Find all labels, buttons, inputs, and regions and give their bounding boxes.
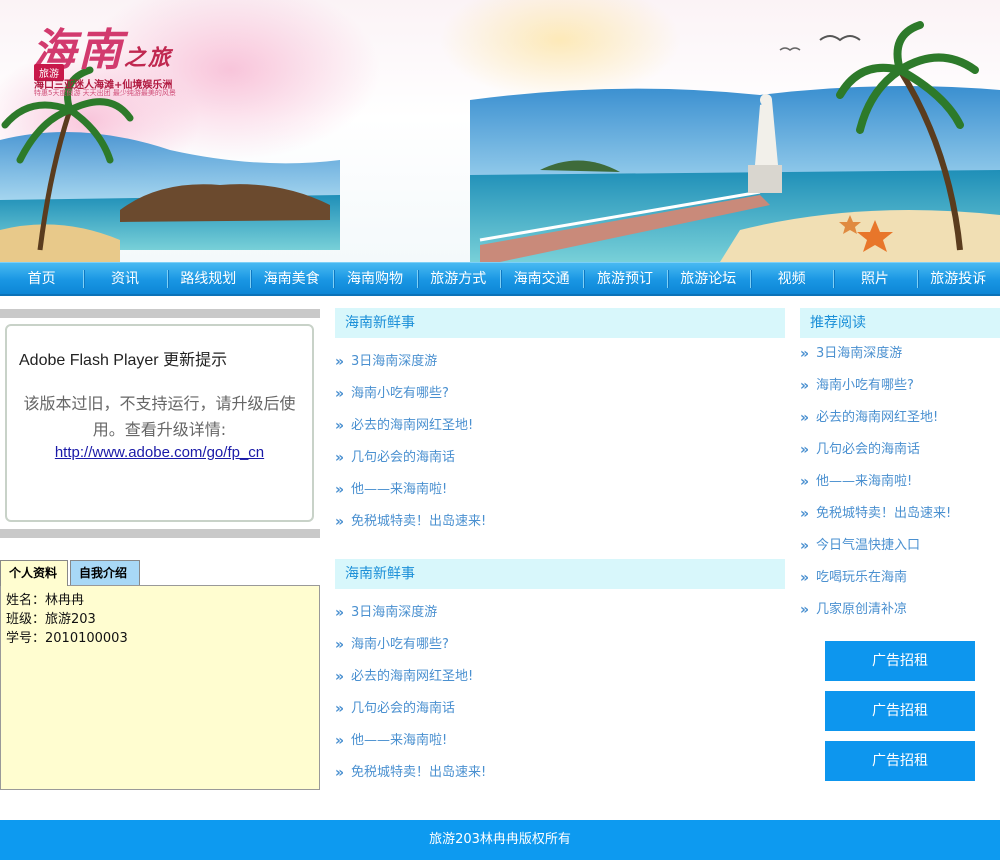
list-item[interactable]: 几句必会的海南话 [335,442,785,474]
profile-panel: 姓名：林冉冉 班级：旅游203 学号：2010100003 [0,585,320,790]
flash-update-notice: Adobe Flash Player 更新提示 该版本过旧，不支持运行，请升级后… [5,324,314,522]
profile-tabs: 个人资料 自我介绍 [0,560,142,586]
ad-button-3[interactable]: 广告招租 [825,741,975,781]
nav-item-route[interactable]: 路线规划 [166,263,250,295]
tab-self-intro[interactable]: 自我介绍 [70,560,140,585]
nav-item-complaints[interactable]: 旅游投诉 [916,263,1000,295]
profile-student-id: 学号：2010100003 [6,631,128,646]
list-item[interactable]: 海南小吃有哪些? [800,370,1000,402]
list-item[interactable]: 海南小吃有哪些? [335,629,785,661]
list-item[interactable]: 几家原创清补凉 [800,594,1000,626]
ad-button-2[interactable]: 广告招租 [825,691,975,731]
flash-title: Adobe Flash Player 更新提示 [19,352,228,369]
main-nav: 首页 资讯 路线规划 海南美食 海南购物 旅游方式 海南交通 旅游预订 旅游论坛… [0,262,1000,296]
flash-upgrade-link[interactable]: http://www.adobe.com/go/fp_cn [7,444,312,461]
flash-message: 该版本过旧，不支持运行，请升级后使用。查看升级详情: [23,394,296,439]
list-item[interactable]: 免税城特卖！出岛速来! [335,757,785,789]
list-item[interactable]: 3日海南深度游 [335,346,785,378]
ad-button-1[interactable]: 广告招租 [825,641,975,681]
nav-item-forum[interactable]: 旅游论坛 [666,263,750,295]
nav-item-shopping[interactable]: 海南购物 [333,263,416,295]
list-item[interactable]: 他——来海南啦! [335,474,785,506]
header-banner: 海南之旅 旅游 海口三亚迷人海滩+仙境娱乐洲 特惠5天度假游 天天出团 最少纯游… [0,0,1000,262]
list-item[interactable]: 今日气温快捷入口 [800,530,1000,562]
logo-tagline: 特惠5天度假游 天天出团 最少纯游最美的风景 [34,89,176,97]
list-item[interactable]: 几句必会的海南话 [800,434,1000,466]
nav-item-transport[interactable]: 海南交通 [499,263,583,295]
logo-title-small: 之旅 [124,45,173,71]
list-item[interactable]: 吃喝玩乐在海南 [800,562,1000,594]
profile-name: 姓名：林冉冉 [6,593,85,608]
divider-bar-top [0,309,320,318]
nav-item-food[interactable]: 海南美食 [249,263,333,295]
tab-personal-info[interactable]: 个人资料 [0,560,68,586]
nav-item-home[interactable]: 首页 [0,263,83,295]
list-item[interactable]: 必去的海南网红圣地! [335,410,785,442]
section-title-recommended: 推荐阅读 [800,308,1000,338]
nav-item-video[interactable]: 视频 [749,263,833,295]
divider-bar-bottom [0,529,320,538]
list-item[interactable]: 他——来海南啦! [800,466,1000,498]
list-item[interactable]: 3日海南深度游 [800,338,1000,370]
list-item[interactable]: 必去的海南网红圣地! [800,402,1000,434]
list-item[interactable]: 免税城特卖！出岛速来! [335,506,785,538]
list-item[interactable]: 海南小吃有哪些? [335,378,785,410]
footer-copyright: 旅游203林冉冉版权所有 [0,820,1000,860]
news-list-1: 3日海南深度游 海南小吃有哪些? 必去的海南网红圣地! 几句必会的海南话 他——… [335,346,785,538]
news-list-2: 3日海南深度游 海南小吃有哪些? 必去的海南网红圣地! 几句必会的海南话 他——… [335,597,785,789]
list-item[interactable]: 3日海南深度游 [335,597,785,629]
list-item[interactable]: 他——来海南啦! [335,725,785,757]
profile-class: 班级：旅游203 [6,612,96,627]
list-item[interactable]: 必去的海南网红圣地! [335,661,785,693]
nav-item-travel-mode[interactable]: 旅游方式 [416,263,500,295]
section-title-news-1: 海南新鲜事 [335,308,785,338]
recommended-list: 3日海南深度游 海南小吃有哪些? 必去的海南网红圣地! 几句必会的海南话 他——… [800,338,1000,626]
list-item[interactable]: 几句必会的海南话 [335,693,785,725]
section-title-news-2: 海南新鲜事 [335,559,785,589]
nav-item-photos[interactable]: 照片 [833,263,916,295]
list-item[interactable]: 免税城特卖！出岛速来! [800,498,1000,530]
nav-item-news[interactable]: 资讯 [83,263,166,295]
nav-item-booking[interactable]: 旅游预订 [583,263,666,295]
